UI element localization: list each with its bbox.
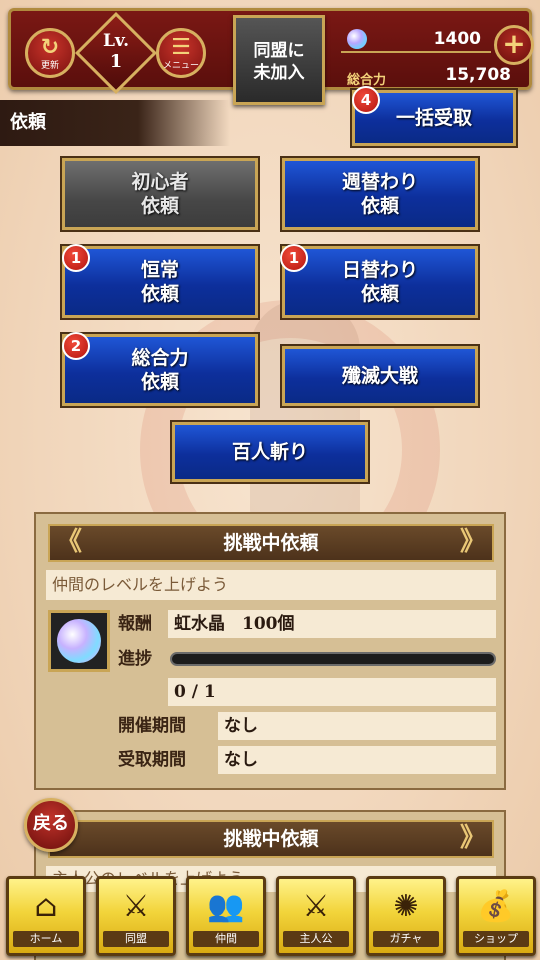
progress-count: 0 / 1 bbox=[168, 678, 496, 706]
weekly-quest-button[interactable]: 週替わり 依頼 bbox=[280, 156, 480, 232]
active-challenge-title-2: 》 挑戦中依頼 bbox=[48, 820, 494, 858]
refresh-icon: ↻ bbox=[40, 35, 60, 60]
nav-shop-label: ショップ bbox=[463, 931, 529, 947]
claim-all-label: 一括受取 bbox=[395, 107, 472, 129]
weekly-quest-line2: 依頼 bbox=[360, 195, 399, 217]
nav-friends[interactable]: 👥 仲間 bbox=[186, 876, 266, 956]
nav-home[interactable]: ⌂ ホーム bbox=[6, 876, 86, 956]
nav-friends-label: 仲間 bbox=[193, 931, 259, 947]
menu-icon: ☰ bbox=[171, 35, 191, 60]
top-status-bar: ↻ 更新 Lv. 1 ☰ メニュー 同盟に 未加入 1400 + 総合力 15,… bbox=[8, 8, 534, 105]
power-quest-button[interactable]: 総合力 依頼 bbox=[60, 332, 260, 408]
beginner-quest-line2: 依頼 bbox=[140, 195, 179, 217]
rainbow-crystal-icon bbox=[347, 29, 367, 49]
reward-value: 虹水晶 100個 bbox=[168, 610, 496, 638]
claim-all-badge: 4 bbox=[352, 86, 380, 114]
bottom-navigation: ⌂ ホーム ⚔ 同盟 👥 仲間 ⚔ 主人公 ✺ ガチャ 💰 ショップ bbox=[0, 872, 540, 960]
daily-quest-line2: 依頼 bbox=[360, 283, 399, 305]
alliance-status-button[interactable]: 同盟に 未加入 bbox=[233, 15, 325, 105]
title-bracket-left: 《 bbox=[56, 527, 83, 557]
refresh-label: 更新 bbox=[40, 61, 59, 71]
hundred-slash-label: 百人斬り bbox=[231, 441, 308, 463]
money-bag-icon: 💰 bbox=[477, 889, 515, 924]
gacha-icon: ✺ bbox=[393, 889, 419, 924]
permanent-quest-line1: 恒常 bbox=[140, 259, 179, 281]
daily-quest-badge: 1 bbox=[280, 244, 308, 272]
refresh-button[interactable]: ↻ 更新 bbox=[25, 28, 75, 78]
nav-gacha[interactable]: ✺ ガチャ bbox=[366, 876, 446, 956]
nav-alliance-label: 同盟 bbox=[103, 931, 169, 947]
receive-period-value: なし bbox=[218, 746, 496, 774]
receive-period-label: 受取期間 bbox=[118, 750, 186, 770]
menu-button[interactable]: ☰ メニュー bbox=[156, 28, 206, 78]
background-figure bbox=[250, 300, 360, 520]
active-challenge-title-text-2: 挑戦中依頼 bbox=[223, 828, 319, 850]
add-gems-button[interactable]: + bbox=[494, 25, 534, 65]
rainbow-crystal-icon bbox=[57, 619, 101, 663]
gem-count: 1400 bbox=[433, 29, 481, 49]
power-quest-line2: 依頼 bbox=[140, 371, 179, 393]
page-title: 依頼 bbox=[0, 100, 230, 146]
crossed-flags-icon: ⚔ bbox=[122, 889, 150, 924]
title-bracket-right: 》 bbox=[459, 527, 486, 557]
active-challenge-title: 《 挑戦中依頼 》 bbox=[48, 524, 494, 562]
permanent-quest-badge: 1 bbox=[62, 244, 90, 272]
nav-hero-label: 主人公 bbox=[283, 931, 349, 947]
title-bracket-right-2: 》 bbox=[459, 823, 486, 853]
permanent-quest-button[interactable]: 恒常 依頼 bbox=[60, 244, 260, 320]
alliance-status-line2: 未加入 bbox=[253, 63, 305, 83]
progress-bar bbox=[170, 652, 496, 666]
castle-icon: ⌂ bbox=[34, 889, 58, 924]
event-period-value: なし bbox=[218, 712, 496, 740]
nav-shop[interactable]: 💰 ショップ bbox=[456, 876, 536, 956]
permanent-quest-line2: 依頼 bbox=[140, 283, 179, 305]
gem-counter: 1400 bbox=[341, 27, 491, 53]
total-power-value: 15,708 bbox=[445, 65, 511, 85]
people-icon: 👥 bbox=[207, 889, 245, 924]
annihilation-war-button[interactable]: 殲滅大戦 bbox=[280, 344, 480, 408]
level-label: Lv. bbox=[102, 31, 130, 51]
reward-item-icon bbox=[48, 610, 110, 672]
back-button[interactable]: 戻る bbox=[24, 798, 78, 852]
level-text: Lv. 1 bbox=[84, 31, 148, 73]
active-challenge-panel: 《 挑戦中依頼 》 仲間のレベルを上げよう 報酬 虹水晶 100個 進捗 0 /… bbox=[34, 512, 506, 790]
beginner-quest-button[interactable]: 初心者 依頼 bbox=[60, 156, 260, 232]
hundred-slash-button[interactable]: 百人斬り bbox=[170, 420, 370, 484]
active-challenge-title-text: 挑戦中依頼 bbox=[223, 532, 319, 554]
nav-gacha-label: ガチャ bbox=[373, 931, 439, 947]
challenge-quest-name: 仲間のレベルを上げよう bbox=[46, 570, 496, 600]
daily-quest-line1: 日替わり bbox=[341, 259, 418, 281]
menu-label: メニュー bbox=[162, 61, 199, 71]
beginner-quest-line1: 初心者 bbox=[131, 171, 189, 193]
nav-hero[interactable]: ⚔ 主人公 bbox=[276, 876, 356, 956]
progress-label: 進捗 bbox=[118, 649, 152, 669]
annihilation-war-label: 殲滅大戦 bbox=[341, 365, 418, 387]
reward-label: 報酬 bbox=[118, 614, 152, 634]
sword-icon: ⚔ bbox=[302, 889, 330, 924]
daily-quest-button[interactable]: 日替わり 依頼 bbox=[280, 244, 480, 320]
power-quest-badge: 2 bbox=[62, 332, 90, 360]
nav-home-label: ホーム bbox=[13, 931, 79, 947]
weekly-quest-line1: 週替わり bbox=[341, 171, 418, 193]
power-quest-line1: 総合力 bbox=[131, 347, 189, 369]
event-period-label: 開催期間 bbox=[118, 716, 186, 736]
level-value: 1 bbox=[109, 51, 123, 72]
nav-alliance[interactable]: ⚔ 同盟 bbox=[96, 876, 176, 956]
alliance-status-line1: 同盟に bbox=[253, 41, 305, 61]
